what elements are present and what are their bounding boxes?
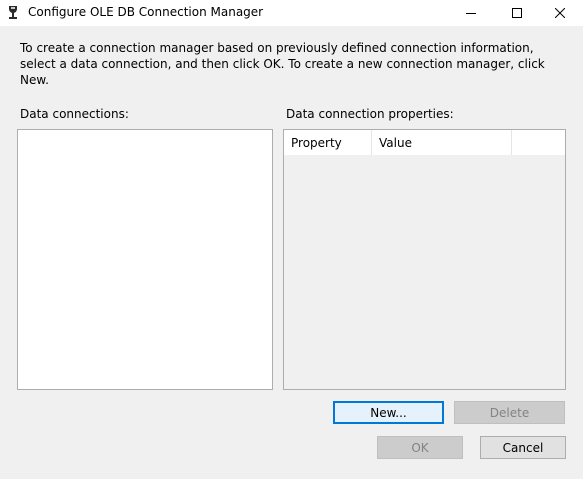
maximize-icon [512,8,522,18]
title-bar[interactable]: Configure OLE DB Connection Manager [0,0,583,26]
property-column-header[interactable]: Property [284,130,372,155]
data-connection-properties-label: Data connection properties: [286,107,454,121]
cancel-button[interactable]: Cancel [480,436,566,459]
value-column-header[interactable]: Value [372,130,512,155]
delete-button[interactable]: Delete [454,401,565,424]
empty-column-header [512,130,565,155]
close-icon [555,8,565,18]
window-title: Configure OLE DB Connection Manager [28,5,264,19]
maximize-button[interactable] [494,0,540,26]
minimize-icon [466,13,476,14]
properties-grid[interactable]: Property Value [283,129,566,390]
data-connections-label: Data connections: [20,107,129,121]
ok-button[interactable]: OK [377,436,463,459]
data-connections-list[interactable] [17,129,273,390]
intro-text: To create a connection manager based on … [20,41,545,87]
close-button[interactable] [537,0,583,26]
ssis-app-icon [6,5,20,21]
new-button[interactable]: New... [333,401,444,424]
properties-grid-header: Property Value [284,130,565,155]
minimize-button[interactable] [448,0,494,26]
